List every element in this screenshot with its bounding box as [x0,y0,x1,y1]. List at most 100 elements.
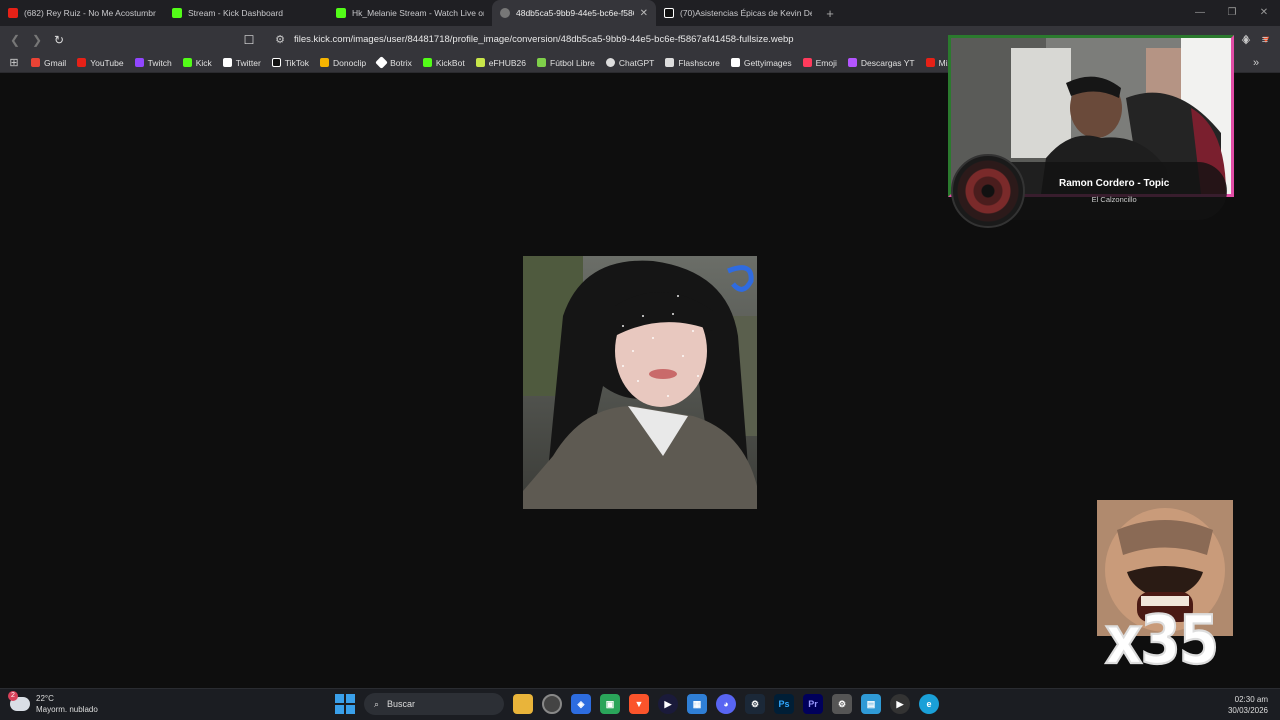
search-placeholder: Buscar [387,699,416,709]
gettyimages-icon [730,58,740,67]
music-artist: Ramon Cordero - Topic [1059,178,1170,189]
windows-taskbar: 2 22°C Mayorm. nublado ⌕ Buscar ◈ ▣ ▼ ▶ … [0,688,1280,720]
forward-button[interactable]: ❯ [30,33,44,47]
more-bookmarks-icon[interactable]: » [1250,57,1262,69]
kick-icon [336,8,346,18]
discord-icon[interactable]: ◕ [716,694,736,714]
bookmark-efhub[interactable]: eFHUB26 [475,58,526,68]
donoclip-icon [320,58,330,67]
app-green-icon[interactable]: ▣ [600,694,620,714]
bookmark-label: Fútbol Libre [550,57,595,68]
emoji-icon [802,58,812,67]
bookmark-label: Twitch [147,57,172,68]
youtube-icon [925,58,935,67]
bookmark-kick[interactable]: Kick [182,57,212,68]
site-info-icon[interactable]: ⚙ [274,34,286,46]
bookmark-twitch[interactable]: Twitch [134,57,172,68]
url-text: files.kick.com/images/user/84481718/prof… [294,34,794,45]
botrix-icon [375,56,388,69]
bookmark-youtube[interactable]: YouTube [77,57,124,68]
tab-title: Stream - Kick Dashboard [188,8,283,18]
tab-title: (682) Rey Ruiz - No Me Acostumbr [24,8,156,18]
obs-icon[interactable] [542,694,562,714]
bookmark-chatgpt[interactable]: ChatGPT [605,57,655,68]
bookmark-label: Gmail [44,57,67,68]
gmail-icon [31,58,40,67]
reload-button[interactable]: ↻ [52,33,66,47]
weather-widget[interactable]: 2 22°C Mayorm. nublado [8,691,98,715]
vpn-icon[interactable]: ◈ [1240,34,1252,46]
photoshop-icon[interactable]: Ps [774,694,794,714]
brave-browser-icon[interactable]: ▼ [629,694,649,714]
notepad-icon[interactable]: ▤ [861,694,881,714]
bookmark-kickbot[interactable]: KickBot [422,58,465,68]
bookmark-tiktok[interactable]: TikTok [271,57,310,68]
steam-icon[interactable]: ⚙ [745,694,765,714]
bookmark-icon[interactable]: ☐ [242,33,256,47]
new-tab-button[interactable]: + [820,0,840,26]
bookmark-donoclip[interactable]: Donoclip [320,58,366,68]
tab-title: Hk_Melanie Stream - Watch Live on K [352,8,484,18]
tab-kick-stream[interactable]: Hk_Melanie Stream - Watch Live on K [328,0,492,26]
file-explorer-icon[interactable] [513,694,533,714]
kickbot-icon [422,58,432,67]
bookmark-label: YouTube [90,57,124,68]
taskbar-apps: ⌕ Buscar ◈ ▣ ▼ ▶ ▦ ◕ ⚙ Ps Pr ⚙ ▤ ▶ e [335,693,939,715]
player-icon[interactable]: ▶ [890,694,910,714]
futbol-libre-icon [537,58,547,67]
bookmark-label: Gettyimages [743,57,792,68]
laughing-meme-overlay: x35 [1097,500,1233,680]
premiere-icon[interactable]: Pr [803,694,823,714]
window-controls: — ❐ ✕ [1184,0,1280,26]
bookmark-flashscore[interactable]: Flashscore [665,58,720,68]
twitch-icon [134,58,144,67]
edge-icon[interactable]: e [919,694,939,714]
kick-icon [182,58,192,67]
bookmark-label: Descargas YT [860,57,915,68]
bookmark-label: Twitter [235,57,261,68]
chatgpt-icon [605,58,615,67]
tab-youtube[interactable]: (682) Rey Ruiz - No Me Acostumbr [0,0,164,26]
app-icon[interactable]: ◈ [571,694,591,714]
tab-kick-dashboard[interactable]: Stream - Kick Dashboard [164,0,328,26]
tab-strip: (682) Rey Ruiz - No Me Acostumbr Stream … [0,0,1280,26]
bookmark-descargas-yt[interactable]: Descargas YT [847,57,915,68]
bookmark-label: ChatGPT [618,57,655,68]
profile-image [523,256,757,509]
bookmark-label: Donoclip [333,57,367,68]
bookmark-futbol-libre[interactable]: Fútbol Libre [537,58,595,68]
settings-icon[interactable]: ⚙ [832,694,852,714]
tab-tiktok[interactable]: (70)Asistencias Épicas de Kevin De Br [656,0,820,26]
tab-active-image[interactable]: 48db5ca5-9bb9-44e5-bc6e-f586 ✕ [492,0,656,26]
system-clock[interactable]: 02:30 am 30/03/2026 [1228,694,1268,716]
bookmark-botrix[interactable]: Botrix [375,56,412,69]
windows-start-icon[interactable] [335,694,355,714]
menu-icon[interactable]: ≡ [1259,34,1271,46]
bookmark-emoji[interactable]: Emoji [802,58,837,68]
bookmark-twitter[interactable]: Twitter [222,57,261,68]
bookmark-label: Flashscore [678,57,720,68]
back-button[interactable]: ❮ [8,33,22,47]
bookmark-label: Kick [195,57,212,68]
close-tab-icon[interactable]: ✕ [640,8,648,19]
maximize-button[interactable]: ❐ [1216,0,1248,26]
minimize-button[interactable]: — [1184,0,1216,26]
calculator-icon[interactable]: ▦ [687,694,707,714]
clock-time: 02:30 am [1234,695,1268,704]
bookmark-label: TikTok [284,57,310,68]
close-window-button[interactable]: ✕ [1248,0,1280,26]
descargas-icon [847,58,857,67]
clock-date: 30/03/2026 [1227,706,1268,715]
media-icon[interactable]: ▶ [658,694,678,714]
music-song: El Calzoncillo [1091,195,1137,204]
tab-title: (70)Asistencias Épicas de Kevin De Br [680,8,812,18]
bookmark-gmail[interactable]: Gmail [31,58,66,68]
cloud-icon: 2 [8,691,30,711]
bookmark-gettyimages[interactable]: Gettyimages [730,57,792,68]
taskbar-search[interactable]: ⌕ Buscar [364,693,504,715]
apps-grid-icon[interactable]: ⊞ [8,57,20,69]
youtube-icon [77,58,87,67]
flashscore-icon [665,58,675,67]
weather-desc: Mayorm. nublado [36,705,98,714]
youtube-icon [8,8,18,18]
